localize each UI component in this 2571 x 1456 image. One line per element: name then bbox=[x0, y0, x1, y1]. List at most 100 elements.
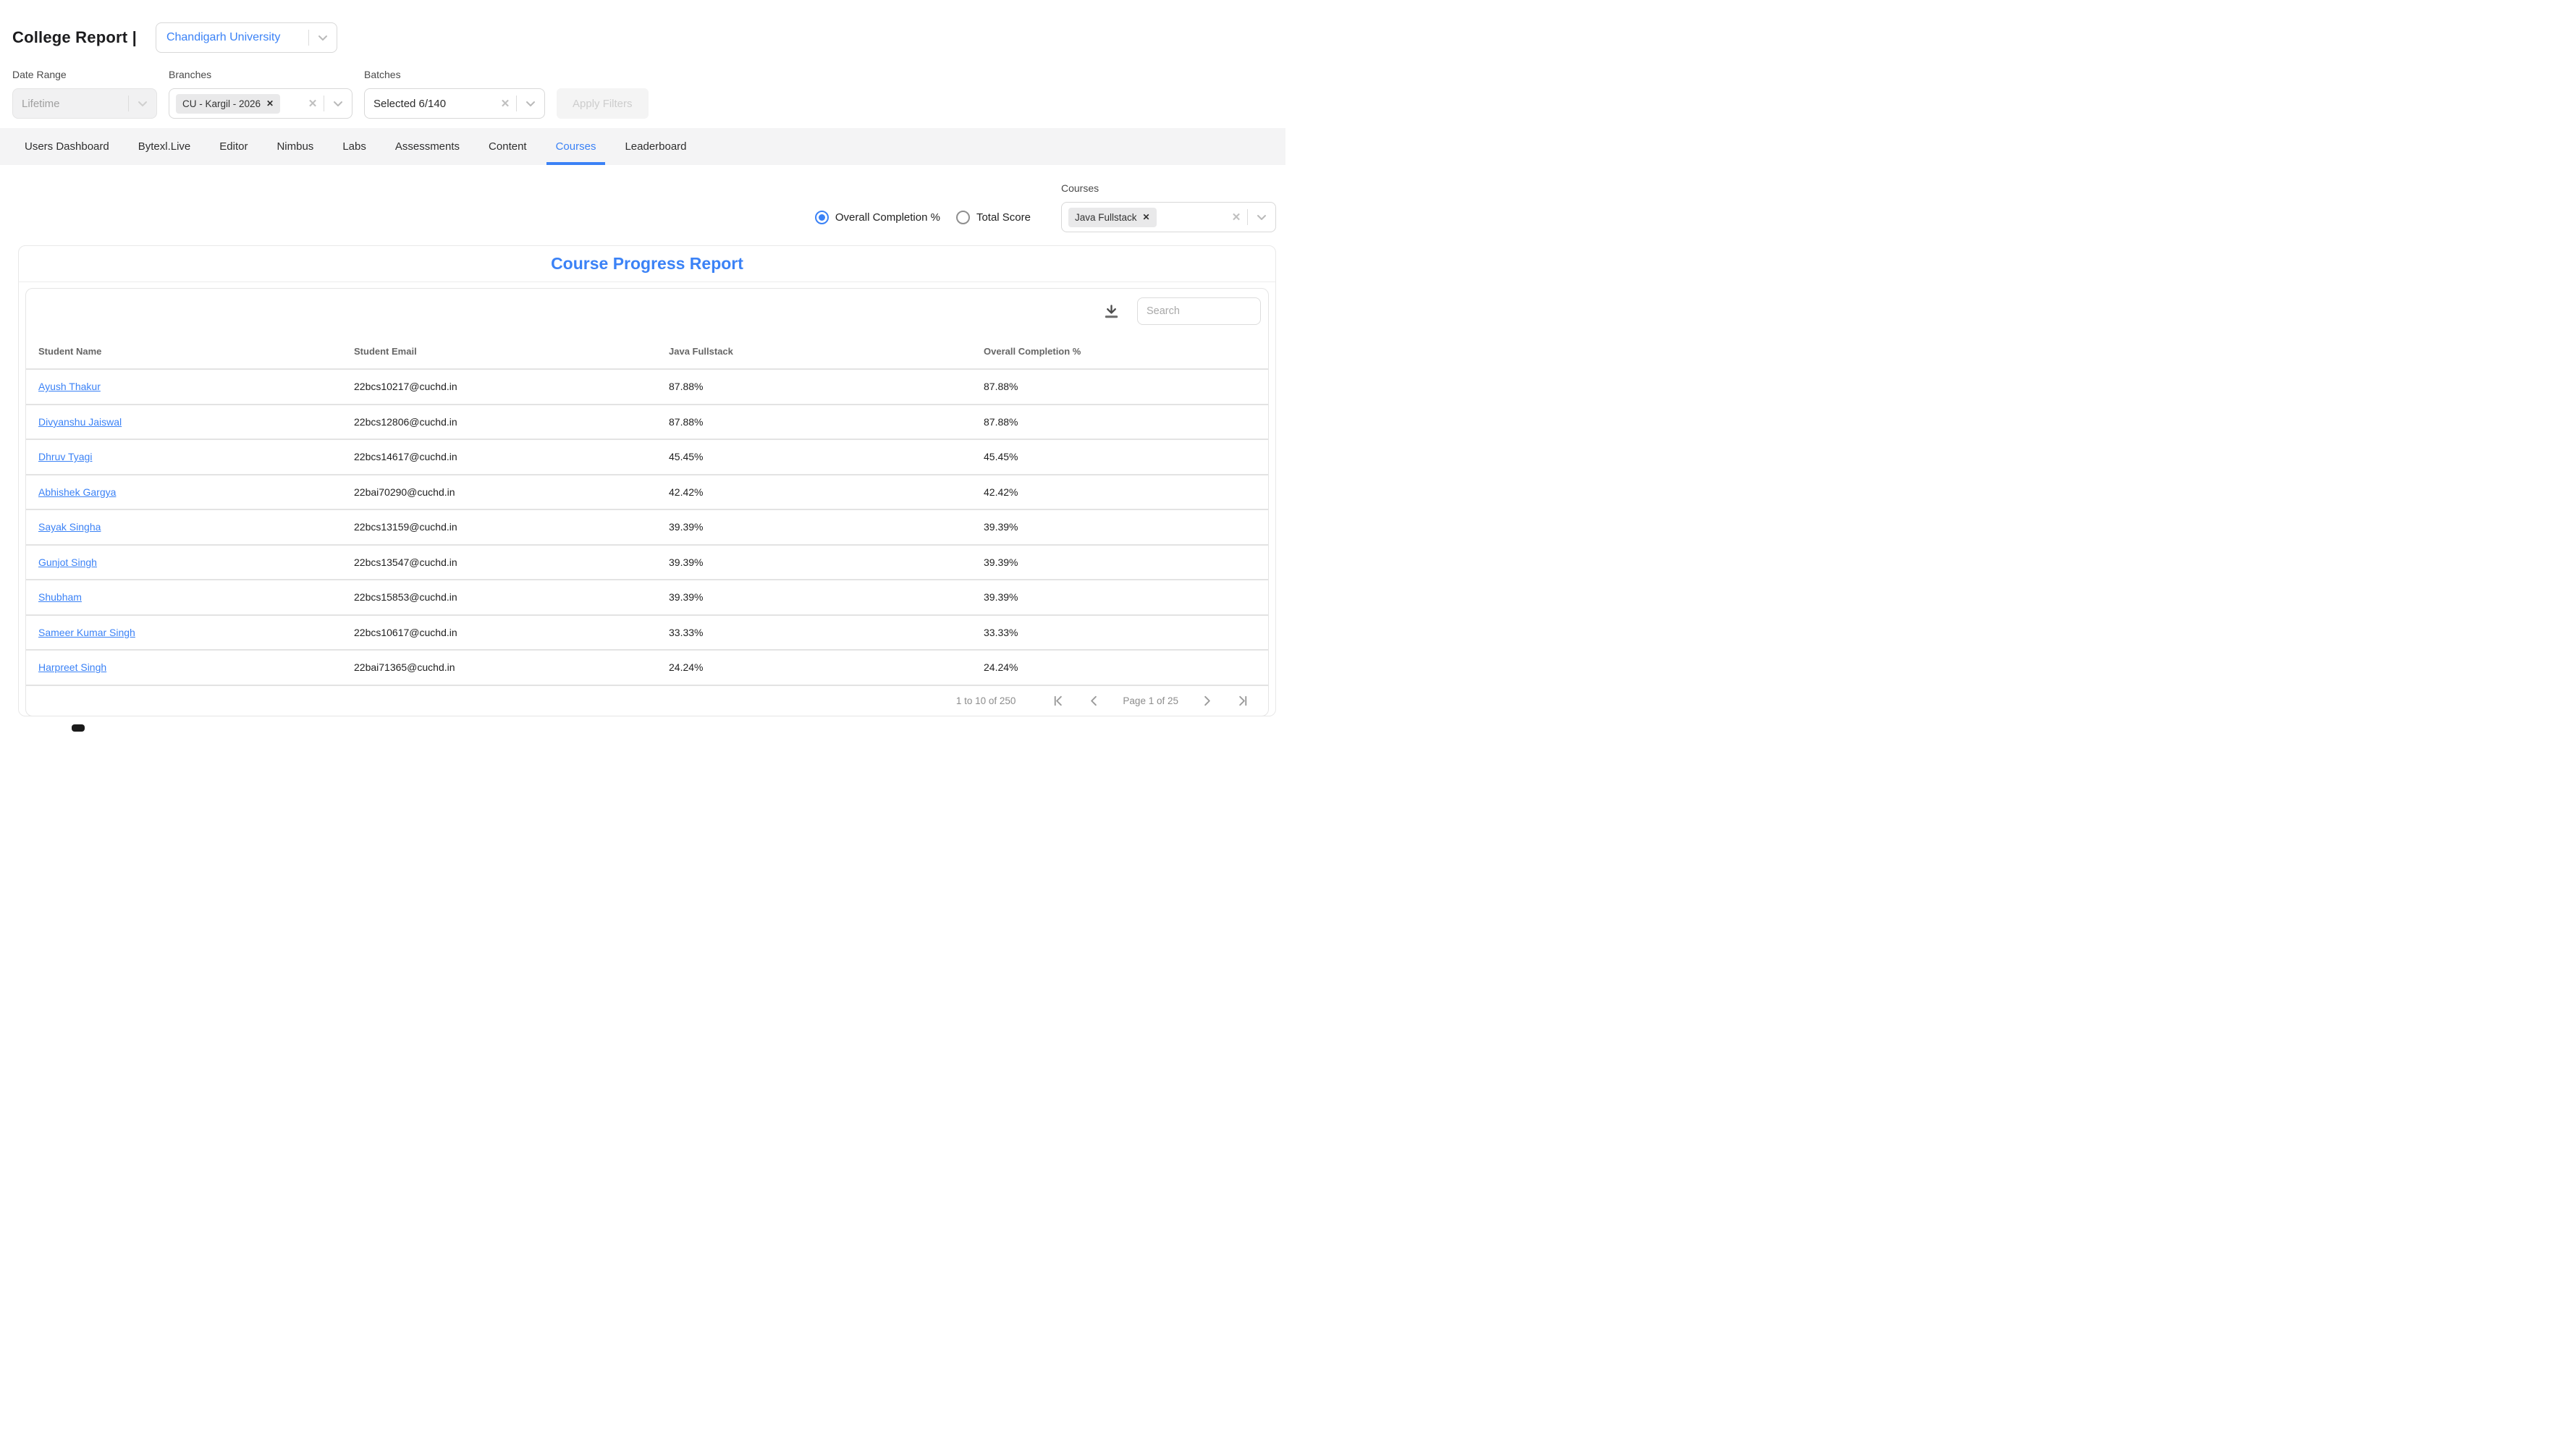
overall-completion-cell: 87.88% bbox=[971, 381, 1268, 392]
download-icon[interactable] bbox=[1103, 303, 1120, 320]
chevron-down-icon[interactable] bbox=[324, 96, 352, 111]
student-email-cell: 22bcs10217@cuchd.in bbox=[342, 381, 657, 392]
courses-select[interactable]: Java Fullstack ✕ ✕ bbox=[1061, 202, 1276, 232]
chevron-down-icon[interactable] bbox=[129, 96, 156, 111]
student-email-cell: 22bcs13159@cuchd.in bbox=[342, 521, 657, 533]
student-email-cell: 22bai71365@cuchd.in bbox=[342, 661, 657, 673]
java-fullstack-cell: 24.24% bbox=[657, 661, 971, 673]
date-range-select[interactable]: Lifetime bbox=[12, 88, 157, 119]
student-email-cell: 22bcs10617@cuchd.in bbox=[342, 627, 657, 638]
table-row: Harpreet Singh 22bai71365@cuchd.in 24.24… bbox=[26, 651, 1268, 686]
date-range-filter: Date Range Lifetime bbox=[12, 69, 157, 119]
chevron-down-icon[interactable] bbox=[517, 96, 544, 111]
java-fullstack-cell: 33.33% bbox=[657, 627, 971, 638]
clear-icon[interactable]: ✕ bbox=[1225, 211, 1247, 224]
university-select[interactable]: Chandigarh University bbox=[156, 22, 337, 53]
tab-nimbus[interactable]: Nimbus bbox=[262, 128, 328, 165]
last-page-icon[interactable] bbox=[1236, 694, 1249, 708]
search-input[interactable] bbox=[1137, 297, 1261, 325]
report-table-panel: Student Name Student Email Java Fullstac… bbox=[25, 288, 1269, 716]
student-name-link[interactable]: Shubham bbox=[38, 591, 82, 603]
student-email-cell: 22bcs12806@cuchd.in bbox=[342, 416, 657, 428]
student-email-cell: 22bcs13547@cuchd.in bbox=[342, 556, 657, 568]
next-page-icon[interactable] bbox=[1200, 694, 1214, 708]
radio-icon bbox=[956, 211, 970, 224]
apply-filters-button[interactable]: Apply Filters bbox=[557, 88, 649, 119]
student-name-link[interactable]: Gunjot Singh bbox=[38, 556, 97, 568]
student-name-link[interactable]: Abhishek Gargya bbox=[38, 486, 116, 498]
course-progress-card: Course Progress Report Student Name Stud… bbox=[18, 245, 1276, 716]
branches-label: Branches bbox=[169, 69, 352, 80]
courses-label: Courses bbox=[1061, 182, 1276, 194]
chip-remove-icon[interactable]: ✕ bbox=[1143, 212, 1150, 222]
student-email-cell: 22bcs14617@cuchd.in bbox=[342, 451, 657, 462]
tab-courses[interactable]: Courses bbox=[541, 128, 611, 165]
tab-editor[interactable]: Editor bbox=[205, 128, 262, 165]
java-fullstack-cell: 87.88% bbox=[657, 381, 971, 392]
previous-page-icon[interactable] bbox=[1087, 694, 1101, 708]
metric-radio-group: Overall Completion % Total Score bbox=[815, 211, 1031, 224]
branch-chip: CU - Kargil - 2026 ✕ bbox=[176, 94, 280, 114]
pagination-range: 1 to 10 of 250 bbox=[956, 695, 1016, 706]
student-name-link[interactable]: Divyanshu Jaiswal bbox=[38, 416, 122, 428]
tab-users-dashboard[interactable]: Users Dashboard bbox=[10, 128, 124, 165]
overall-completion-cell: 42.42% bbox=[971, 486, 1268, 498]
student-name-link[interactable]: Sayak Singha bbox=[38, 521, 101, 533]
chip-remove-icon[interactable]: ✕ bbox=[266, 98, 274, 109]
courses-filter: Courses Java Fullstack ✕ ✕ bbox=[1061, 182, 1276, 232]
overall-completion-cell: 24.24% bbox=[971, 661, 1268, 673]
java-fullstack-cell: 45.45% bbox=[657, 451, 971, 462]
java-fullstack-cell: 39.39% bbox=[657, 591, 971, 603]
branches-filter: Branches CU - Kargil - 2026 ✕ ✕ bbox=[169, 69, 352, 119]
metric-radio[interactable]: Total Score bbox=[956, 211, 1031, 224]
java-fullstack-cell: 39.39% bbox=[657, 521, 971, 533]
clear-icon[interactable]: ✕ bbox=[302, 97, 324, 110]
column-header: Java Fullstack bbox=[657, 346, 971, 357]
app-header: College Report | Chandigarh University bbox=[12, 22, 337, 53]
branch-chip-label: CU - Kargil - 2026 bbox=[182, 98, 261, 109]
column-header: Student Name bbox=[26, 346, 342, 357]
chevron-down-icon[interactable] bbox=[1248, 210, 1275, 224]
table-row: Sayak Singha 22bcs13159@cuchd.in 39.39% … bbox=[26, 510, 1268, 546]
report-title: Course Progress Report bbox=[551, 254, 743, 274]
batches-filter: Batches Selected 6/140 ✕ bbox=[364, 69, 545, 119]
table-header-row: Student Name Student Email Java Fullstac… bbox=[26, 334, 1268, 370]
table-body: Ayush Thakur 22bcs10217@cuchd.in 87.88% … bbox=[26, 370, 1268, 686]
page-title: College Report | bbox=[12, 28, 137, 47]
tab-bar: Users DashboardBytexl.LiveEditorNimbusLa… bbox=[0, 128, 1286, 165]
date-range-value: Lifetime bbox=[13, 98, 128, 110]
chevron-down-icon[interactable] bbox=[309, 30, 337, 45]
clipped-toast bbox=[72, 724, 85, 732]
tab-labs[interactable]: Labs bbox=[328, 128, 381, 165]
table-row: Dhruv Tyagi 22bcs14617@cuchd.in 45.45% 4… bbox=[26, 440, 1268, 475]
column-header: Overall Completion % bbox=[971, 346, 1268, 357]
student-email-cell: 22bcs15853@cuchd.in bbox=[342, 591, 657, 603]
metric-radio[interactable]: Overall Completion % bbox=[815, 211, 940, 224]
tab-leaderboard[interactable]: Leaderboard bbox=[610, 128, 701, 165]
overall-completion-cell: 45.45% bbox=[971, 451, 1268, 462]
pagination-bar: 1 to 10 of 250 Page 1 of 25 bbox=[26, 686, 1268, 716]
student-name-link[interactable]: Dhruv Tyagi bbox=[38, 451, 92, 462]
student-name-link[interactable]: Harpreet Singh bbox=[38, 661, 106, 673]
batches-select[interactable]: Selected 6/140 ✕ bbox=[364, 88, 545, 119]
branches-select[interactable]: CU - Kargil - 2026 ✕ ✕ bbox=[169, 88, 352, 119]
tab-bytexl-live[interactable]: Bytexl.Live bbox=[124, 128, 206, 165]
batches-value: Selected 6/140 bbox=[365, 98, 494, 110]
tab-assessments[interactable]: Assessments bbox=[381, 128, 474, 165]
university-select-value: Chandigarh University bbox=[156, 31, 308, 44]
table-row: Ayush Thakur 22bcs10217@cuchd.in 87.88% … bbox=[26, 370, 1268, 405]
overall-completion-cell: 39.39% bbox=[971, 521, 1268, 533]
table-toolbar bbox=[26, 289, 1268, 334]
overall-completion-cell: 87.88% bbox=[971, 416, 1268, 428]
table-row: Sameer Kumar Singh 22bcs10617@cuchd.in 3… bbox=[26, 616, 1268, 651]
tab-content[interactable]: Content bbox=[474, 128, 541, 165]
student-name-link[interactable]: Sameer Kumar Singh bbox=[38, 627, 135, 638]
overall-completion-cell: 39.39% bbox=[971, 556, 1268, 568]
java-fullstack-cell: 87.88% bbox=[657, 416, 971, 428]
filters-bar: Date Range Lifetime Branches CU - Kargil… bbox=[12, 69, 649, 119]
student-name-link[interactable]: Ayush Thakur bbox=[38, 381, 101, 392]
student-email-cell: 22bai70290@cuchd.in bbox=[342, 486, 657, 498]
first-page-icon[interactable] bbox=[1052, 694, 1065, 708]
java-fullstack-cell: 42.42% bbox=[657, 486, 971, 498]
clear-icon[interactable]: ✕ bbox=[494, 97, 516, 110]
